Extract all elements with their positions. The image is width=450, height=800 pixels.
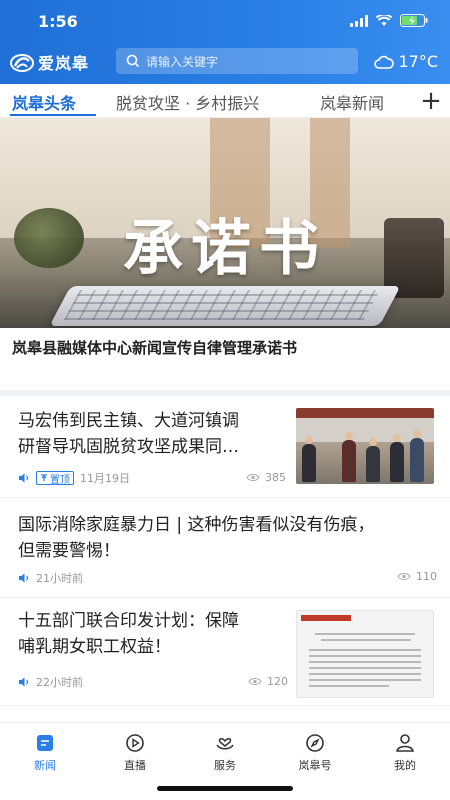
nav-news[interactable]: 新闻	[10, 733, 80, 773]
audio-speaker-icon[interactable]	[18, 677, 30, 687]
news-title: 国际消除家庭暴力日 | 这种伤害看似没有伤痕， 但需要警惕！	[18, 515, 375, 561]
pin-icon	[41, 474, 47, 481]
weather-widget[interactable]: 17°C	[374, 52, 438, 71]
news-time: 22小时前	[36, 676, 83, 689]
tab-headlines[interactable]: 岚皋头条	[12, 90, 76, 114]
pinned-badge: 置顶	[36, 471, 74, 486]
news-meta: 22小时前	[18, 674, 83, 690]
news-item[interactable]: 十五部门联合印发计划：保障 哺乳期女职工权益！ 22小时前 120	[0, 598, 450, 706]
search-placeholder: 请输入关键字	[146, 54, 219, 69]
search-icon	[126, 54, 140, 68]
news-icon	[37, 735, 53, 751]
eye-icon	[397, 573, 411, 580]
banner-image-text: 承诺书	[123, 214, 327, 284]
view-count: 120	[248, 675, 288, 688]
banner-headline[interactable]: 岚皋县融媒体中心新闻宣传自律管理承诺书	[12, 337, 438, 358]
nav-profile[interactable]: 我的	[370, 733, 440, 773]
tab-poverty-alleviation[interactable]: 脱贫攻坚 · 乡村振兴	[116, 90, 259, 114]
signal-icon	[350, 14, 368, 27]
news-time: 11月19日	[80, 472, 130, 485]
app-logo[interactable]: 爱岚皋	[10, 50, 89, 74]
battery-charging-icon	[400, 14, 428, 27]
channel-tabs: 岚皋头条 脱贫攻坚 · 乡村振兴 岚皋新闻 +	[0, 84, 450, 118]
home-indicator[interactable]	[157, 786, 293, 791]
news-meta: 21小时前	[18, 570, 83, 586]
news-thumbnail	[296, 408, 434, 484]
status-time: 1:56	[38, 12, 78, 31]
logo-text: 爱岚皋	[38, 54, 90, 73]
eye-icon	[248, 678, 262, 685]
cloud-icon	[374, 55, 395, 69]
audio-speaker-icon[interactable]	[18, 473, 30, 483]
wifi-icon	[376, 14, 392, 27]
active-tab-indicator	[10, 114, 96, 116]
news-title: 十五部门联合印发计划：保障 哺乳期女职工权益！	[18, 611, 239, 657]
logo-icon	[10, 54, 34, 72]
headline-banner-image[interactable]: 承诺书	[0, 118, 450, 328]
status-bar: 1:56	[0, 0, 450, 44]
app-bar: 爱岚皋 请输入关键字 17°C	[0, 44, 450, 84]
view-count: 385	[246, 471, 286, 484]
news-item[interactable]: 国际消除家庭暴力日 | 这种伤害看似没有伤痕， 但需要警惕！ 21小时前 110	[0, 498, 450, 598]
nav-lan-gao-hao[interactable]: 岚皋号	[280, 733, 350, 773]
audio-speaker-icon[interactable]	[18, 573, 30, 583]
news-item[interactable]: 马宏伟到民主镇、大道河镇调 研督导巩固脱贫攻坚成果同… 置顶 11月19日 38…	[0, 396, 450, 498]
nav-service[interactable]: 服务	[190, 733, 260, 773]
service-hands-icon	[216, 738, 234, 750]
profile-icon	[396, 734, 414, 752]
view-count: 110	[397, 570, 437, 583]
temperature: 17°C	[398, 52, 438, 71]
search-input[interactable]: 请输入关键字	[116, 48, 358, 74]
eye-icon	[246, 474, 260, 481]
news-meta: 置顶 11月19日	[18, 470, 130, 486]
status-icons	[350, 14, 428, 27]
tab-lan-gao-news[interactable]: 岚皋新闻	[320, 90, 384, 114]
add-channel-icon[interactable]: +	[412, 84, 450, 117]
compass-icon	[306, 734, 324, 752]
live-play-icon	[126, 734, 144, 752]
nav-live[interactable]: 直播	[100, 733, 170, 773]
app-header: 1:56 爱岚皋 请输入关键字 17°C	[0, 0, 450, 84]
news-thumbnail	[296, 610, 434, 698]
news-time: 21小时前	[36, 572, 83, 585]
news-title: 马宏伟到民主镇、大道河镇调 研督导巩固脱贫攻坚成果同…	[18, 411, 239, 457]
